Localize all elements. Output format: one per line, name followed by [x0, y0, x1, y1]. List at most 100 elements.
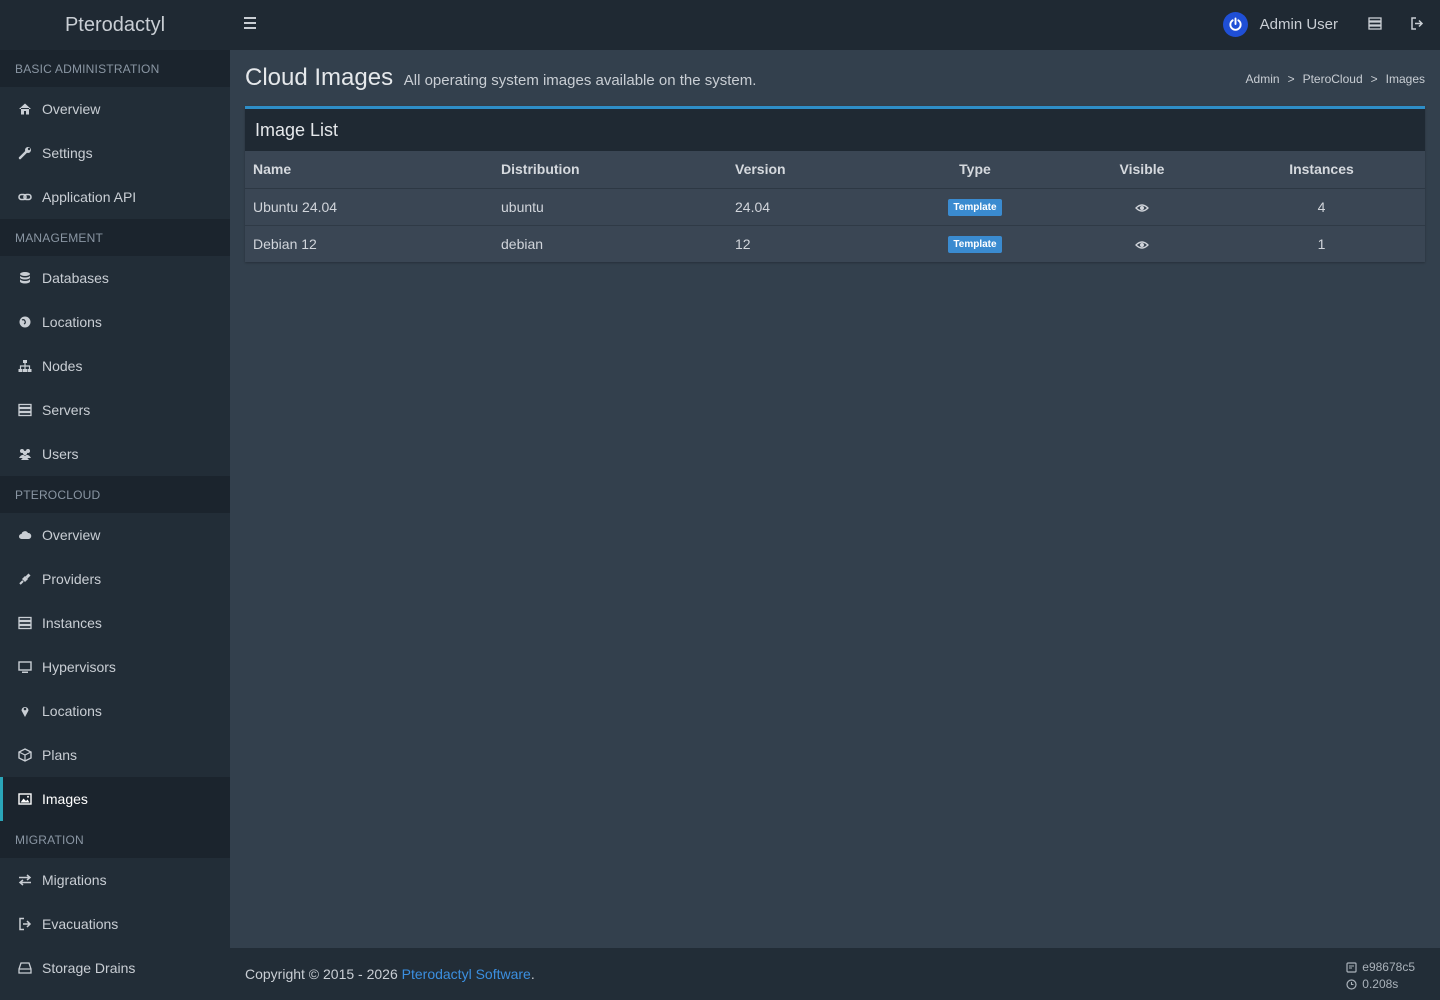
column-header-version: Version — [727, 151, 884, 189]
eye-icon — [1135, 241, 1149, 249]
column-header-name: Name — [245, 151, 493, 189]
table-row[interactable]: Debian 12 debian 12 Template 1 — [245, 224, 1425, 262]
table-row[interactable]: Ubuntu 24.04 ubuntu 24.04 Template 4 — [245, 187, 1425, 225]
cloud-icon — [18, 528, 32, 542]
user-name: Admin User — [1259, 16, 1338, 33]
footer-period: . — [530, 966, 535, 982]
sidebar-item-label: Locations — [42, 314, 102, 330]
type-badge: Template — [948, 199, 1002, 216]
footer: Copyright © 2015 - 2026 Pterodactyl Soft… — [230, 948, 1440, 1000]
sidebar-item-instances[interactable]: Instances — [0, 601, 230, 645]
sidebar-header-basic-administration: BASIC ADMINISTRATION — [0, 50, 230, 87]
footer-meta: e98678c5 0.208s — [1346, 959, 1415, 993]
page-subtitle: All operating system images available on… — [403, 72, 757, 89]
server-icon — [18, 616, 32, 630]
exchange-icon — [18, 873, 32, 887]
hdd-icon — [18, 961, 32, 975]
cell-distribution: debian — [493, 224, 727, 262]
avatar[interactable] — [1222, 12, 1248, 37]
sidebar-item-migrations[interactable]: Migrations — [0, 858, 230, 902]
sidebar-item-label: Instances — [42, 615, 102, 631]
type-badge: Template — [948, 236, 1002, 254]
cell-visible — [1066, 224, 1218, 262]
sidebar-item-users[interactable]: Users — [0, 432, 230, 476]
table-header-row: Name Distribution Version Type Visible I… — [245, 151, 1425, 189]
sidebar-item-locations[interactable]: Locations — [0, 300, 230, 344]
sidebar-item-label: Images — [42, 791, 88, 807]
sidebar-item-label: Hypervisors — [42, 659, 116, 675]
render-time-row: 0.208s — [1346, 976, 1415, 993]
server-icon — [18, 403, 32, 417]
sidebar-item-databases[interactable]: Databases — [0, 256, 230, 300]
link-icon — [18, 190, 32, 204]
eye-icon — [1135, 204, 1149, 212]
menu-toggle-icon[interactable] — [244, 17, 258, 33]
sidebar-item-label: Databases — [42, 270, 109, 286]
box-title: Image List — [245, 109, 1425, 151]
breadcrumb-item-images: Images — [1385, 72, 1425, 86]
sidebar-item-label: Settings — [42, 145, 93, 161]
sidebar-header-pterocloud: PTEROCLOUD — [0, 476, 230, 513]
sidebar-item-images[interactable]: Images — [0, 777, 230, 821]
sidebar-item-label: Migrations — [42, 872, 107, 888]
users-icon — [18, 447, 32, 461]
sidebar-item-label: Users — [42, 446, 79, 462]
sidebar-header-management: MANAGEMENT — [0, 219, 230, 256]
cell-name: Debian 12 — [245, 224, 493, 262]
main-content: Cloud Images All operating system images… — [245, 50, 1425, 262]
sidebar-item-overview[interactable]: Overview — [0, 87, 230, 131]
power-icon — [1229, 17, 1242, 31]
sidebar-item-nodes[interactable]: Nodes — [0, 344, 230, 388]
column-header-visible: Visible — [1066, 151, 1218, 189]
sidebar-item-servers[interactable]: Servers — [0, 388, 230, 432]
column-header-distribution: Distribution — [493, 151, 727, 189]
cell-instances: 4 — [1218, 187, 1425, 225]
code-branch-icon — [1346, 962, 1357, 973]
commit-hash: e98678c5 — [1362, 960, 1415, 974]
user-menu[interactable]: Admin User — [1222, 12, 1338, 37]
breadcrumb-item-admin[interactable]: Admin — [1246, 72, 1280, 86]
desktop-icon — [18, 660, 32, 674]
image-table: Name Distribution Version Type Visible I… — [245, 151, 1425, 262]
home-icon — [18, 102, 32, 116]
cell-type: Template — [884, 187, 1066, 225]
sidebar-header-migration: MIGRATION — [0, 821, 230, 858]
content-header: Cloud Images All operating system images… — [245, 50, 1425, 106]
sidebar-item-label: Application API — [42, 189, 137, 205]
page-title: Cloud Images All operating system images… — [245, 64, 756, 92]
logout-icon[interactable] — [1410, 17, 1424, 33]
sidebar-item-cloud-overview[interactable]: Overview — [0, 513, 230, 557]
sidebar-item-cloud-locations[interactable]: Locations — [0, 689, 230, 733]
sidebar-item-label: Nodes — [42, 358, 83, 374]
sidebar-item-storage-drains[interactable]: Storage Drains — [0, 946, 230, 990]
sidebar-item-settings[interactable]: Settings — [0, 131, 230, 175]
cell-type: Template — [884, 224, 1066, 262]
app-logo[interactable]: Pterodactyl — [0, 0, 230, 50]
clock-icon — [1346, 979, 1357, 990]
server-list-icon[interactable] — [1368, 17, 1382, 33]
column-header-type: Type — [884, 151, 1066, 189]
cube-icon — [18, 748, 32, 762]
cell-instances: 1 — [1218, 224, 1425, 262]
sidebar-item-plans[interactable]: Plans — [0, 733, 230, 777]
footer-link[interactable]: Pterodactyl Software — [402, 966, 531, 982]
plug-icon — [18, 572, 32, 586]
sidebar-item-label: Overview — [42, 527, 101, 543]
sidebar-item-label: Evacuations — [42, 916, 119, 932]
render-time: 0.208s — [1362, 977, 1399, 991]
map-marker-icon — [18, 704, 32, 718]
sidebar-item-evacuations[interactable]: Evacuations — [0, 902, 230, 946]
cell-name: Ubuntu 24.04 — [245, 187, 493, 225]
footer-copyright: Copyright © 2015 - 2026 — [245, 966, 398, 982]
commit-row: e98678c5 — [1346, 959, 1415, 976]
breadcrumb-item-pterocloud[interactable]: PteroCloud — [1303, 72, 1363, 86]
sidebar-item-application-api[interactable]: Application API — [0, 175, 230, 219]
breadcrumb: Admin > PteroCloud > Images — [1245, 72, 1425, 86]
sidebar-item-hypervisors[interactable]: Hypervisors — [0, 645, 230, 689]
cell-distribution: ubuntu — [493, 187, 727, 225]
sidebar-item-label: Plans — [42, 747, 78, 763]
database-icon — [18, 271, 32, 285]
wrench-icon — [18, 146, 32, 160]
top-navbar: Admin User — [230, 0, 1440, 50]
sidebar-item-providers[interactable]: Providers — [0, 557, 230, 601]
